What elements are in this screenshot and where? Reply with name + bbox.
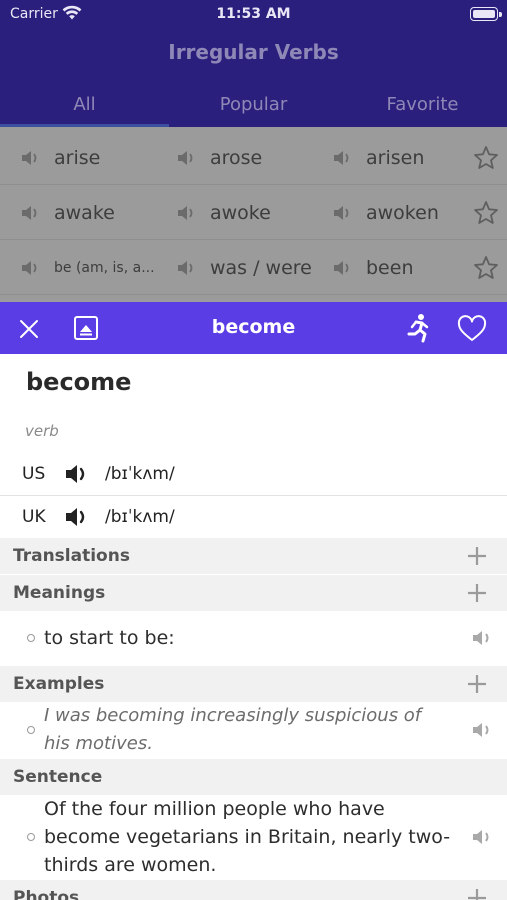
translations-section[interactable]: Translations [0,538,507,574]
base-form-cell[interactable]: awake [20,185,115,240]
heart-icon[interactable] [457,315,487,343]
participle-form-text: awoken [366,201,439,224]
example-line: his motives. [44,733,153,754]
list-item[interactable]: awake awoke awoken [0,185,507,240]
example-item: I was becoming increasingly suspicious o… [0,702,507,758]
speaker-icon[interactable] [20,258,40,278]
runner-icon[interactable] [404,313,432,343]
speaker-icon[interactable] [332,148,352,168]
speaker-icon[interactable] [176,148,196,168]
section-label: Translations [13,546,130,566]
speaker-icon[interactable] [176,203,196,223]
speaker-icon[interactable] [20,203,40,223]
base-form-text: arise [54,146,101,169]
verb-list: arise arose arisen awake awoke awoken be… [0,127,507,302]
region-label: UK [22,507,46,527]
speaker-icon[interactable] [20,148,40,168]
part-of-speech: verb [25,422,59,440]
list-item[interactable]: be (am, is, a... was / were been [0,240,507,295]
tab-bar: All Popular Favorite [0,90,507,127]
speaker-icon[interactable] [471,627,493,649]
speaker-icon[interactable] [176,258,196,278]
sentence-line: become vegetarians in Britain, nearly tw… [44,826,451,848]
plus-icon[interactable] [467,888,487,900]
plus-icon[interactable] [467,674,487,694]
base-form-text: be (am, is, a... [54,259,155,276]
star-icon[interactable] [473,200,499,226]
base-form-text: awake [54,201,115,224]
meaning-item: to start to be: [0,611,507,665]
sentence-line: Of the four million people who have [44,798,385,820]
star-icon[interactable] [473,145,499,171]
speaker-icon[interactable] [64,462,90,486]
ipa-text: /bɪˈkʌm/ [105,507,175,527]
speaker-icon[interactable] [64,505,90,529]
participle-form-cell[interactable]: been [332,240,413,295]
bullet [27,833,35,841]
battery-icon [470,7,502,21]
participle-form-text: been [366,256,414,279]
tab-popular[interactable]: Popular [169,94,338,115]
speaker-icon[interactable] [332,258,352,278]
pronunciation-uk: UK /bɪˈkʌm/ [0,496,507,538]
ipa-text: /bɪˈkʌm/ [105,464,175,484]
app-header: Carrier 11:53 AM Irregular Verbs All Pop… [0,0,507,127]
region-label: US [22,464,46,484]
past-form-text: arose [210,146,263,169]
tab-favorite[interactable]: Favorite [338,94,507,115]
examples-section[interactable]: Examples [0,666,507,702]
app-title: Irregular Verbs [168,40,339,64]
past-form-text: was / were [210,256,312,279]
star-icon[interactable] [473,255,499,281]
tab-all[interactable]: All [0,94,169,115]
list-item[interactable]: arise arose arisen [0,130,507,185]
status-bar: Carrier 11:53 AM [0,0,507,28]
speaker-icon[interactable] [471,826,493,848]
past-form-cell[interactable]: arose [176,130,262,185]
meaning-text: to start to be: [44,627,175,649]
clock: 11:53 AM [216,6,291,22]
section-label: Sentence [13,767,103,787]
participle-form-cell[interactable]: arisen [332,130,424,185]
speaker-icon[interactable] [471,719,493,741]
section-label: Meanings [13,583,106,603]
bullet [27,634,35,642]
past-form-text: awoke [210,201,271,224]
past-form-cell[interactable]: was / were [176,240,312,295]
sentence-line: thirds are women. [44,854,217,876]
headword: become [26,368,132,396]
bullet [27,726,35,734]
photos-section[interactable]: Photos [0,880,507,900]
example-line: I was becoming increasingly suspicious o… [44,705,422,726]
pronunciation-us: US /bɪˈkʌm/ [0,453,507,495]
sentence-item: Of the four million people who have beco… [0,795,507,880]
speaker-icon[interactable] [332,203,352,223]
participle-form-text: arisen [366,146,425,169]
meanings-section[interactable]: Meanings [0,575,507,611]
sentence-section[interactable]: Sentence [0,759,507,795]
section-label: Examples [13,674,105,694]
section-label: Photos [13,888,80,900]
past-form-cell[interactable]: awoke [176,185,271,240]
plus-icon[interactable] [467,583,487,603]
detail-sheet-header: become [0,302,507,354]
base-form-cell[interactable]: arise [20,130,100,185]
participle-form-cell[interactable]: awoken [332,185,439,240]
base-form-cell[interactable]: be (am, is, a... [20,240,155,295]
plus-icon[interactable] [467,546,487,566]
